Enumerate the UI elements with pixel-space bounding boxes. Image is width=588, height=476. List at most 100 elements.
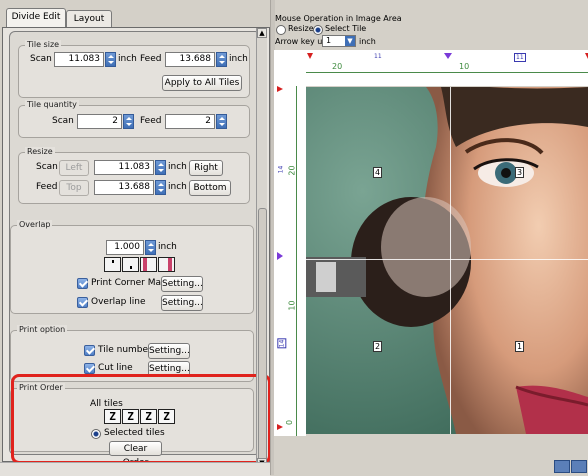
arrow-key-unit-unit: inch [359,37,376,46]
left-ruler-line [296,86,297,436]
resize-left-button[interactable]: Left [59,160,89,176]
left-ruler-label-10: 10 [287,300,297,311]
top-center-marker-icon[interactable] [444,53,452,59]
tile-size-caption: Tile size [25,40,62,49]
view-mode-icon[interactable] [554,460,570,473]
tab-bar: Divide Edit Layout [0,0,272,28]
overlap-line-label: Overlap line [91,297,146,307]
select-tile-radio-label: Select Tile [325,24,367,33]
tile-quantity-feed-label: Feed [140,116,162,126]
tile-number-badge[interactable]: 3 [515,167,524,178]
tab-divide-edit[interactable]: Divide Edit [6,8,66,28]
left-ruler: 20 14 10 14 0 [274,86,306,436]
cut-line-label: Cut line [98,363,133,373]
overlap-field[interactable]: 1.000 [106,240,144,255]
top-marker-label-box: 11 [514,53,526,62]
left-center-marker-icon[interactable] [277,252,283,260]
tile-quantity-feed-field[interactable]: 2 [165,114,215,129]
tile-quantity-feed-spinner[interactable] [216,114,227,129]
chevron-down-icon[interactable]: ▼ [345,36,355,46]
image-area[interactable]: 4 3 2 1 [306,87,588,434]
overlap-line-setting-button[interactable]: Setting... [161,295,203,311]
resize-group: Resize Scan Left 11.083 inch Right Feed … [18,147,250,204]
resize-caption: Resize [25,147,55,156]
tile-size-scan-spinner[interactable] [105,52,116,67]
resize-bottom-button[interactable]: Bottom [189,180,231,196]
tab-layout[interactable]: Layout [66,10,112,28]
image-footer [274,436,588,475]
mouse-operation-title: Mouse Operation in Image Area [275,14,402,23]
left-status-strip [0,462,270,476]
scrollbar-thumb[interactable] [258,208,267,465]
resize-scan-spinner[interactable] [155,160,166,175]
overlap-bottom-icon[interactable] [122,257,139,272]
resize-feed-unit: inch [168,182,187,192]
apply-to-all-tiles-button[interactable]: Apply to All Tiles [162,75,242,91]
print-option-caption: Print option [17,325,68,334]
resize-scan-field[interactable]: 11.083 [94,160,154,175]
tile-quantity-scan-field[interactable]: 2 [77,114,122,129]
tile-number-label: Tile number [98,345,152,355]
print-corner-mark-label: Print Corner Mark [91,278,170,288]
tile-size-group: Tile size Scan 11.083 inch Feed 13.688 i… [18,40,250,98]
resize-right-button[interactable]: Right [189,160,223,176]
tile-size-scan-field[interactable]: 11.083 [54,52,104,67]
fit-view-icon[interactable] [571,460,587,473]
tile-number-badge[interactable]: 4 [373,167,382,178]
resize-scan-unit: inch [168,162,187,172]
tile-number-setting-button[interactable]: Setting... [148,343,190,359]
tile-size-feed-spinner[interactable] [216,52,227,67]
tile-number-checkbox[interactable] [84,345,95,356]
arrow-key-unit-value: 1 [326,36,332,45]
tile-quantity-group: Tile quantity Scan 2 Feed 2 [18,100,250,138]
tile-size-scan-label: Scan [30,54,52,64]
print-corner-mark-checkbox[interactable] [77,278,88,289]
tile-quantity-caption: Tile quantity [25,100,79,109]
scroll-up-icon[interactable]: ▲ [257,28,267,38]
resize-radio[interactable] [276,25,286,35]
resize-feed-spinner[interactable] [155,180,166,195]
top-ruler-label-10: 10 [459,62,470,71]
tile-size-feed-label: Feed [140,54,162,64]
resize-scan-label: Scan [36,162,58,172]
overlap-unit: inch [158,242,177,252]
tile-quantity-scan-label: Scan [52,116,74,126]
arrow-key-unit-select[interactable]: 1 ▼ [322,35,356,47]
tile-horizontal-line [306,259,588,260]
left-top-marker-icon [277,86,283,92]
overlap-spinner[interactable] [145,240,156,255]
face-photo [306,87,588,434]
left-bottom-marker-icon [277,424,283,430]
overlap-caption: Overlap [17,220,53,229]
cut-line-checkbox[interactable] [84,363,95,374]
tile-vertical-line [450,87,451,434]
tile-size-scan-unit: inch [118,54,137,64]
resize-feed-field[interactable]: 13.688 [94,180,154,195]
left-marker-label-box: 14 [277,338,287,349]
print-corner-mark-setting-button[interactable]: Setting... [161,276,203,292]
tile-number-badge[interactable]: 1 [515,341,524,352]
left-ruler-label-20: 20 [287,165,297,176]
left-panel-scrollbar[interactable]: ▲ ▼ [256,28,267,468]
resize-top-button[interactable]: Top [59,180,89,196]
overlap-right-icon[interactable] [158,257,175,272]
top-ruler: 20 10 11 11 [274,50,588,86]
overlap-line-checkbox[interactable] [77,297,88,308]
overlap-left-icon[interactable] [140,257,157,272]
overlap-group: Overlap 1.000 inch Print Corner Mark Set… [10,220,254,314]
resize-feed-label: Feed [36,182,58,192]
tile-quantity-scan-spinner[interactable] [123,114,134,129]
resize-radio-label: Resize [288,24,314,33]
top-ruler-label-20: 20 [332,62,343,71]
left-marker-label: 14 [277,165,285,174]
print-order-highlight [11,374,271,464]
top-ruler-line [306,72,588,73]
tile-number-badge[interactable]: 2 [373,341,382,352]
top-marker-label: 11 [374,53,382,60]
tile-size-feed-unit: inch [229,54,248,64]
left-ruler-label-0: 0 [285,419,295,426]
top-left-marker-icon [307,53,313,59]
overlap-top-icon[interactable] [104,257,121,272]
tile-size-feed-field[interactable]: 13.688 [165,52,215,67]
select-tile-radio[interactable] [313,25,323,35]
